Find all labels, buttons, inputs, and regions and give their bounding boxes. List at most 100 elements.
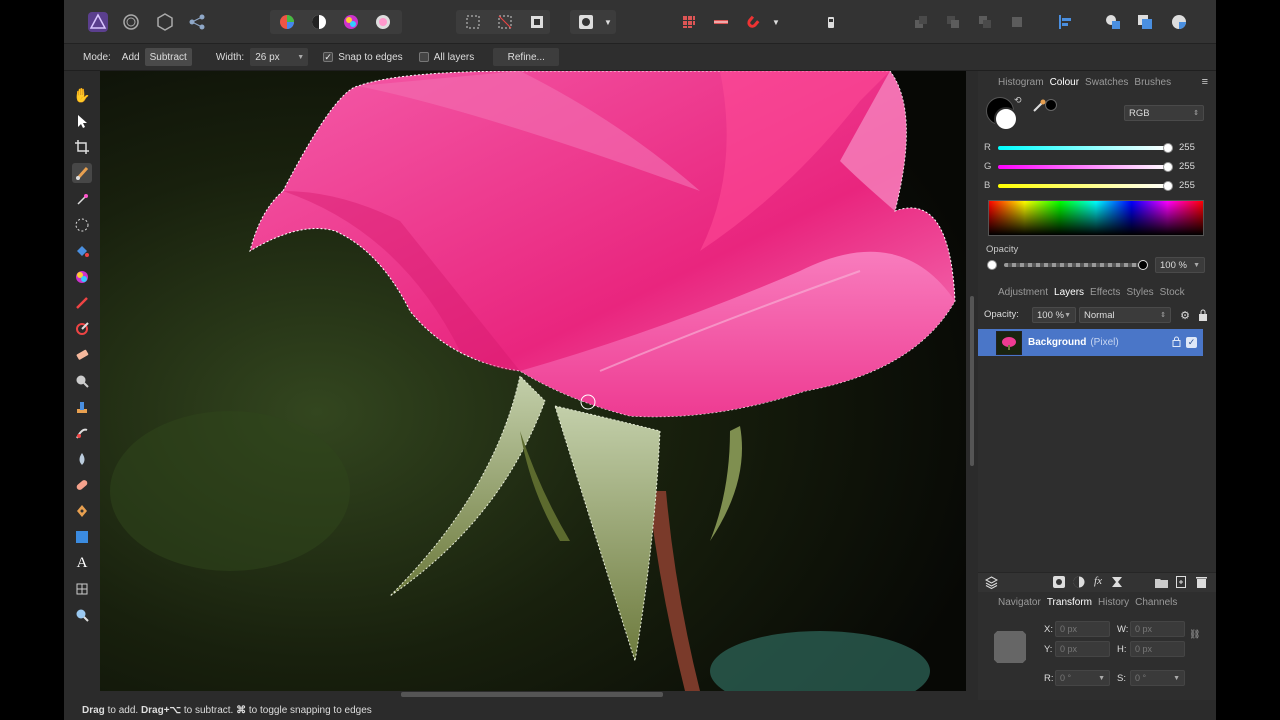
tab-styles[interactable]: Styles [1126,287,1153,298]
tab-navigator[interactable]: Navigator [998,597,1041,608]
liquify-persona-icon[interactable] [120,10,142,34]
mesh-warp-tool-icon[interactable] [72,579,92,599]
add-layer-icon[interactable] [1174,575,1188,589]
auto-white-balance-icon[interactable] [372,10,394,34]
tab-channels[interactable]: Channels [1135,597,1177,608]
smudge-tool-icon[interactable] [72,423,92,443]
auto-levels-icon[interactable] [276,10,298,34]
boolean-subtract-icon[interactable] [1134,10,1156,34]
tab-adjustment[interactable]: Adjustment [998,287,1048,298]
arrange-front-icon[interactable] [1006,10,1028,34]
x-field[interactable]: 0 px [1055,621,1110,637]
anchor-selector-icon[interactable] [994,631,1026,663]
arrange-back-icon[interactable] [910,10,932,34]
selection-brush-tool-icon[interactable] [72,163,92,183]
panel-menu-icon[interactable]: ≡ [1202,76,1208,88]
layer-lock-icon[interactable] [1172,336,1181,350]
paint-brush-tool-icon[interactable] [72,293,92,313]
crop-tool-icon[interactable] [72,137,92,157]
layer-row-background[interactable]: Background (Pixel) ✓ [978,329,1203,356]
h-field[interactable]: 0 px [1130,641,1185,657]
marquee-tool-icon[interactable] [72,215,92,235]
text-tool-icon[interactable]: A [72,553,92,573]
flood-select-tool-icon[interactable] [72,189,92,209]
healing-tool-icon[interactable] [72,475,92,495]
channel-r-value[interactable]: 255 [1176,140,1195,155]
arrange-forward-icon[interactable] [974,10,996,34]
tab-stock[interactable]: Stock [1160,287,1185,298]
erase-tool-icon[interactable] [72,345,92,365]
scrollbar-thumb[interactable] [970,296,974,466]
tab-brushes[interactable]: Brushes [1134,77,1171,88]
channel-b-value[interactable]: 255 [1176,178,1195,193]
hand-tool-icon[interactable]: ✋ [72,85,92,105]
quick-mask-icon[interactable] [576,10,596,34]
magnet-snapping-icon[interactable] [742,10,764,34]
colour-picker-tool-icon[interactable] [72,267,92,287]
develop-persona-icon[interactable] [154,10,176,34]
channel-g-slider[interactable] [998,165,1168,169]
invert-selection-icon[interactable] [526,10,548,34]
lock-icon[interactable] [1196,308,1210,322]
blend-mode-select[interactable]: Normal ⇕ [1079,307,1171,323]
blur-tool-icon[interactable] [72,449,92,469]
w-field[interactable]: 0 px [1130,621,1185,637]
canvas-vertical-scrollbar[interactable] [968,71,976,691]
colour-replacement-tool-icon[interactable] [72,319,92,339]
refine-button[interactable]: Refine... [493,48,560,66]
adjustment-layer-icon[interactable] [1072,575,1086,589]
fill-tool-icon[interactable] [72,241,92,261]
assistant-icon[interactable] [820,10,842,34]
boolean-intersect-icon[interactable] [1168,10,1190,34]
photo-persona-icon[interactable] [86,10,110,34]
channel-g-knob[interactable] [1163,162,1173,172]
arrange-backward-icon[interactable] [942,10,964,34]
snapping-guides-icon[interactable] [710,10,732,34]
deselect-icon[interactable] [494,10,516,34]
channel-r-slider[interactable] [998,146,1168,150]
pen-tool-icon[interactable] [72,501,92,521]
channel-g-value[interactable]: 255 [1176,159,1195,174]
y-field[interactable]: 0 px [1055,641,1110,657]
fx-icon[interactable]: fx [1091,574,1105,588]
tab-transform[interactable]: Transform [1047,597,1092,608]
zoom-tool-icon[interactable] [72,605,92,625]
channel-b-knob[interactable] [1163,181,1173,191]
tab-effects[interactable]: Effects [1090,287,1120,298]
mask-layer-icon[interactable] [1052,575,1066,589]
auto-colours-icon[interactable] [340,10,362,34]
tab-layers[interactable]: Layers [1054,287,1084,298]
mode-subtract-button[interactable]: Subtract [144,48,192,66]
layer-visibility-checkbox[interactable]: ✓ [1186,337,1197,348]
alignment-icon[interactable] [1054,10,1076,34]
live-filter-icon[interactable] [1110,575,1124,589]
r-field[interactable]: 0 ° ▼ [1055,670,1110,686]
mode-add-button[interactable]: Add [117,48,145,66]
link-icon[interactable]: ⛓ [1189,629,1200,640]
trash-icon[interactable] [1194,575,1208,589]
boolean-add-icon[interactable] [1102,10,1124,34]
channel-b-slider[interactable] [998,184,1168,188]
clone-tool-icon[interactable] [72,397,92,417]
s-field[interactable]: 0 ° ▼ [1130,670,1185,686]
tab-colour[interactable]: Colour [1050,77,1079,88]
rectangle-tool-icon[interactable] [72,527,92,547]
document-canvas[interactable] [100,71,966,691]
tab-histogram[interactable]: Histogram [998,77,1044,88]
swap-colours-icon[interactable]: ⟲ [1014,95,1022,106]
opacity-knob[interactable] [1138,260,1148,270]
opacity-slider[interactable] [1004,263,1144,267]
dodge-tool-icon[interactable] [72,371,92,391]
export-persona-icon[interactable] [186,10,208,34]
layer-stack-icon[interactable] [984,575,998,589]
select-all-icon[interactable] [462,10,484,34]
folder-icon[interactable] [1154,575,1168,589]
chevron-down-icon[interactable]: ▼ [602,10,614,34]
channel-r-knob[interactable] [1163,143,1173,153]
tab-swatches[interactable]: Swatches [1085,77,1128,88]
auto-contrast-icon[interactable] [308,10,330,34]
all-layers-toggle[interactable]: All layers [414,48,480,66]
move-tool-icon[interactable] [72,111,92,131]
layer-opacity-field[interactable]: 100 % ▼ [1032,307,1076,323]
fill-colour-well[interactable] [994,107,1018,131]
